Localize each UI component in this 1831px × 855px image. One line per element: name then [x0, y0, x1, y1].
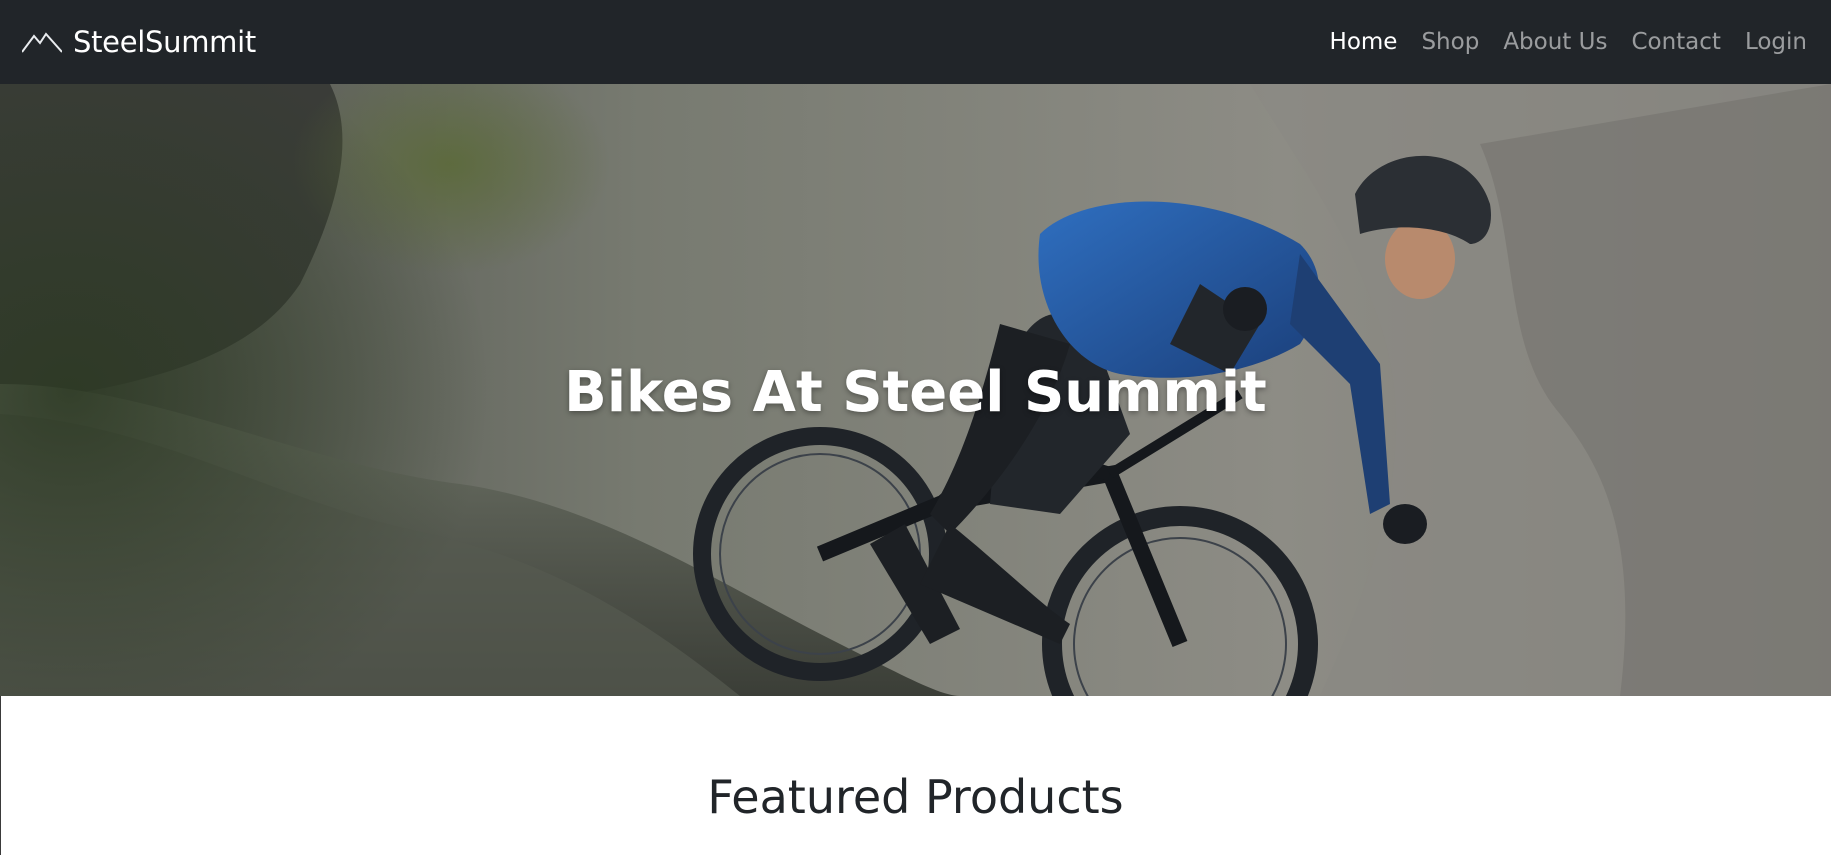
nav-links: Home Shop About Us Contact Login	[1318, 29, 1809, 55]
hero-banner: Bikes At Steel Summit	[0, 84, 1831, 696]
featured-products-heading: Featured Products	[707, 770, 1124, 824]
brand-link[interactable]: SteelSummit	[22, 25, 256, 59]
nav-contact[interactable]: Contact	[1619, 29, 1732, 55]
nav-about-us[interactable]: About Us	[1491, 29, 1619, 55]
brand-name: SteelSummit	[73, 25, 256, 59]
nav-login[interactable]: Login	[1733, 29, 1809, 55]
hero-title: Bikes At Steel Summit	[564, 360, 1267, 425]
nav-shop[interactable]: Shop	[1409, 29, 1491, 55]
top-navbar: SteelSummit Home Shop About Us Contact L…	[0, 0, 1831, 84]
mountain-icon	[22, 32, 62, 53]
nav-home[interactable]: Home	[1318, 29, 1410, 55]
